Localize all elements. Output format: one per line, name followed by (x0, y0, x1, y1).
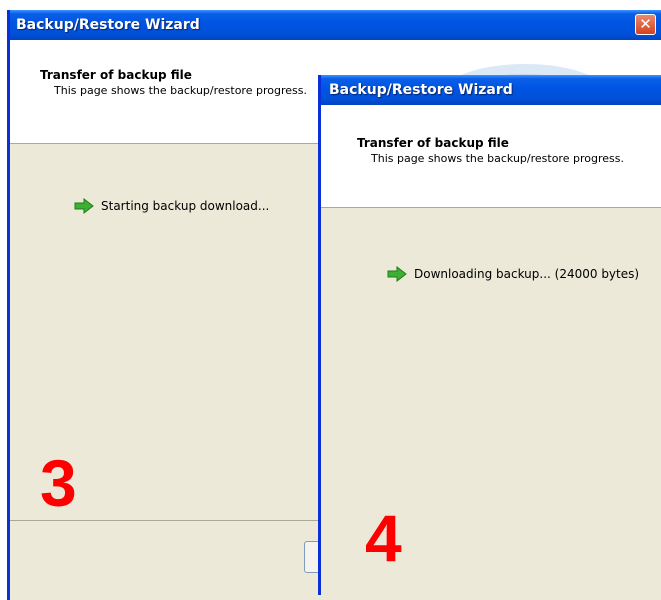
header-title: Transfer of backup file (357, 136, 509, 150)
step-number: 4 (365, 501, 402, 575)
step-number: 3 (40, 446, 77, 520)
close-icon: ✕ (639, 15, 652, 33)
title-bar[interactable]: Backup/Restore Wizard ✕ (10, 10, 661, 40)
header-title: Transfer of backup file (40, 68, 192, 82)
header-subtitle: This page shows the backup/restore progr… (54, 84, 307, 97)
window-title: Backup/Restore Wizard (329, 82, 513, 98)
title-bar[interactable]: Backup/Restore Wizard (321, 75, 661, 105)
wizard-header: Transfer of backup file This page shows … (321, 105, 661, 208)
wizard-window-step4: Backup/Restore Wizard Transfer of backup… (318, 75, 661, 595)
status-text: Starting backup download... (101, 199, 270, 213)
close-button[interactable]: ✕ (635, 14, 656, 35)
status-row: Starting backup download... (74, 198, 269, 214)
green-arrow-icon (387, 266, 407, 282)
green-arrow-icon (74, 198, 94, 214)
status-row: Downloading backup... (24000 bytes) (387, 266, 639, 282)
header-subtitle: This page shows the backup/restore progr… (371, 152, 624, 165)
window-title: Backup/Restore Wizard (16, 17, 200, 33)
status-text: Downloading backup... (24000 bytes) (414, 267, 640, 281)
